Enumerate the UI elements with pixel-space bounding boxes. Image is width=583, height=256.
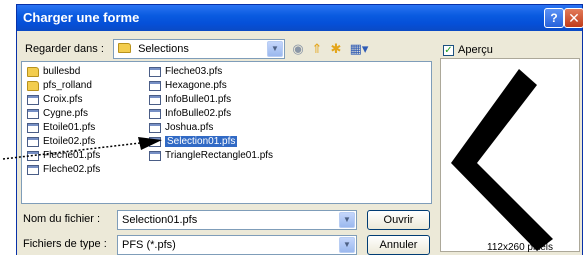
back-icon[interactable]: ◉ [290,41,306,57]
list-item[interactable]: TriangleRectangle01.pfs [147,149,273,163]
filename-label: Nom du fichier : [23,213,101,225]
look-in-value: Selections [138,43,189,55]
chevron-down-icon[interactable]: ▼ [267,41,283,57]
file-name: TriangleRectangle01.pfs [165,150,274,161]
filename-value: Selection01.pfs [122,214,198,226]
list-item[interactable]: InfoBulle01.pfs [147,93,231,107]
close-icon[interactable]: ✕ [564,8,583,28]
file-icon [27,137,39,147]
open-button-label: Ouvrir [383,214,414,226]
list-item[interactable]: bullesbd [25,65,80,79]
file-icon [149,67,161,77]
preview-size-label: 112x260 pixels [487,242,553,253]
list-item[interactable]: InfoBulle02.pfs [147,107,231,121]
file-icon [27,123,39,133]
view-menu-icon[interactable]: ▦▾ [348,41,370,57]
list-item[interactable]: Fleche03.pfs [147,65,222,79]
list-item[interactable]: Cygne.pfs [25,107,88,121]
file-name: bullesbd [43,66,81,77]
up-folder-icon[interactable]: ⇑ [309,41,325,57]
open-button[interactable]: Ouvrir [367,210,430,230]
list-item[interactable]: Selection01.pfs [147,135,238,149]
cancel-button[interactable]: Annuler [367,235,430,255]
file-icon [149,95,161,105]
list-item[interactable]: pfs_rolland [25,79,92,93]
file-icon [149,81,161,91]
open-dialog-window: Charger une forme ? ✕ Regarder dans : Se… [16,4,583,255]
list-item[interactable]: Fleche01.pfs [25,149,100,163]
filetype-label: Fichiers de type : [23,238,107,250]
window-title: Charger une forme [23,10,140,25]
file-icon [27,95,39,105]
file-icon [149,137,161,147]
file-icon [149,151,161,161]
file-list[interactable]: bullesbd pfs_rolland Croix.pfs Cygne.pfs Eto… [21,61,432,204]
file-name: Croix.pfs [43,94,83,105]
file-name: Fleche01.pfs [43,150,101,161]
file-icon [27,151,39,161]
look-in-combo[interactable]: Selections ▼ [113,39,285,59]
folder-icon [27,67,39,77]
file-name: Selection01.pfs [165,136,238,147]
list-item[interactable]: Fleche02.pfs [25,163,100,177]
shape-preview [451,69,553,251]
file-name: Fleche03.pfs [165,66,223,77]
list-item[interactable]: Etoile01.pfs [25,121,95,135]
preview-label: Aperçu [458,44,493,56]
file-name: pfs_rolland [43,80,92,91]
file-name: InfoBulle02.pfs [165,108,232,119]
file-name: Etoile01.pfs [43,122,96,133]
new-folder-icon[interactable]: ✱ [328,41,344,57]
file-icon [149,123,161,133]
look-in-label: Regarder dans : [25,43,104,55]
chevron-down-icon[interactable]: ▼ [339,212,355,228]
file-icon [27,165,39,175]
preview-checkbox[interactable]: ✓ [443,45,454,56]
file-name: Joshua.pfs [165,122,214,133]
folder-icon [118,43,131,53]
file-name: Cygne.pfs [43,108,89,119]
file-name: InfoBulle01.pfs [165,94,232,105]
list-item[interactable]: Hexagone.pfs [147,79,227,93]
file-name: Fleche02.pfs [43,164,101,175]
cancel-button-label: Annuler [379,239,418,251]
list-item[interactable]: Etoile02.pfs [25,135,95,149]
list-item[interactable]: Joshua.pfs [147,121,213,135]
file-name: Hexagone.pfs [165,80,227,91]
filetype-value: PFS (*.pfs) [122,239,176,251]
title-bar[interactable]: Charger une forme [17,5,582,31]
file-icon [149,109,161,119]
preview-pane [440,58,580,252]
folder-icon [27,81,39,91]
chevron-down-icon[interactable]: ▼ [339,237,355,253]
file-icon [27,109,39,119]
list-item[interactable]: Croix.pfs [25,93,82,107]
file-name: Etoile02.pfs [43,136,96,147]
selection-shape [451,69,553,251]
filetype-select[interactable]: PFS (*.pfs) ▼ [117,235,357,255]
help-icon[interactable]: ? [544,8,564,28]
filename-input[interactable]: Selection01.pfs ▼ [117,210,357,230]
